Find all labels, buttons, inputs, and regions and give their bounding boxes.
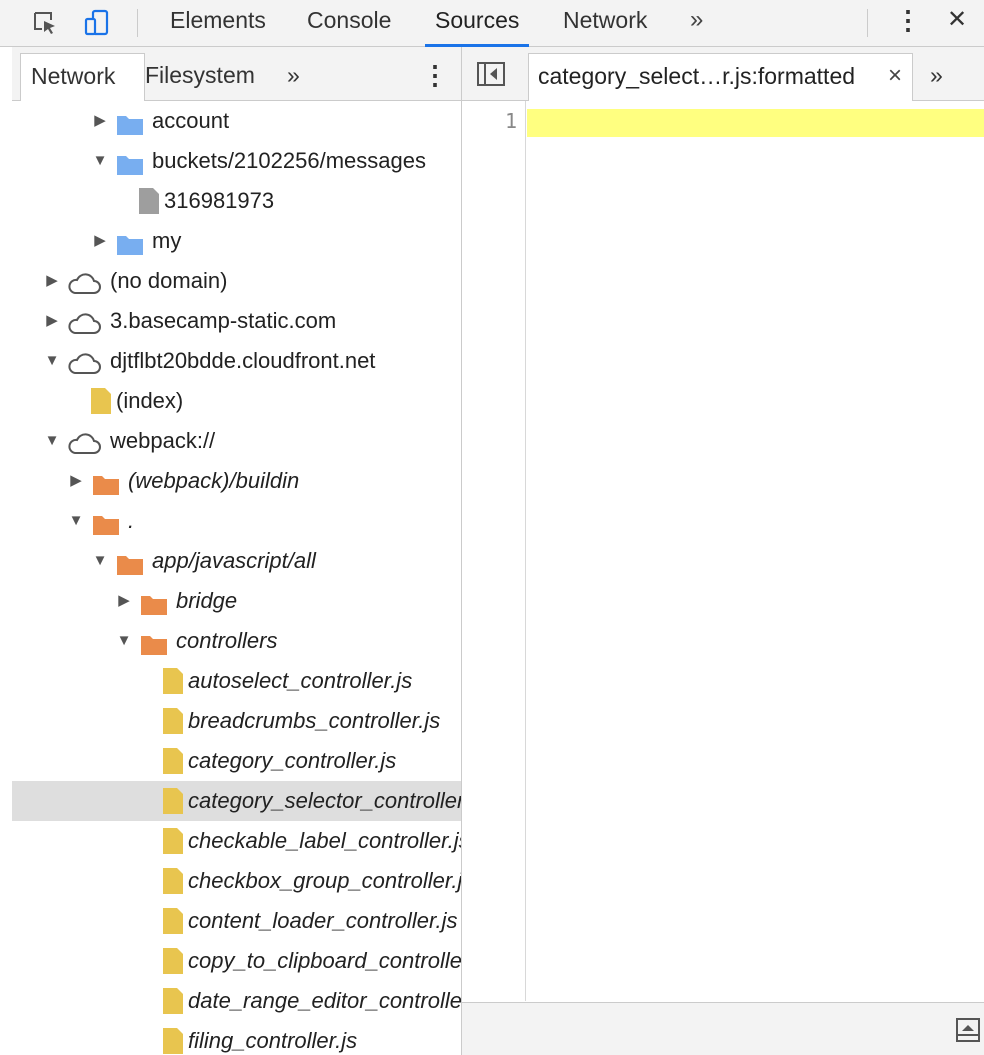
tree-label: buckets/2102256/messages <box>152 148 426 173</box>
editor-header: category_select…r.js:formatted × » <box>462 47 984 101</box>
tree-label: copy_to_clipboard_controller.js <box>188 948 462 973</box>
tree-label: category_selector_controller.js <box>188 788 462 813</box>
tree-label: (index) <box>116 388 184 413</box>
file-tree: ▶ account ▼ buckets/2102256/messages 3169819… <box>12 101 462 1055</box>
tree-label: controllers <box>176 628 278 653</box>
tree-row[interactable]: filing_controller.js <box>12 1021 461 1055</box>
tree-label: content_loader_controller.js <box>188 908 458 933</box>
editor-footer <box>462 1002 984 1055</box>
tree-row[interactable]: ▼ djtflbt20bdde.cloudfront.net <box>12 341 461 381</box>
expanded-arrow-icon[interactable]: ▼ <box>114 621 134 661</box>
tree-label: my <box>152 228 182 253</box>
toggle-debugger-icon[interactable] <box>951 1013 984 1047</box>
device-toolbar-icon[interactable] <box>80 6 114 40</box>
tree-row[interactable]: (index) <box>12 381 461 421</box>
tab-elements[interactable]: Elements <box>170 0 266 47</box>
tree-row[interactable]: category_controller.js <box>12 741 461 781</box>
expanded-arrow-icon[interactable]: ▼ <box>42 341 62 381</box>
toggle-navigator-icon[interactable] <box>474 57 508 91</box>
collapsed-arrow-icon[interactable]: ▶ <box>42 301 62 341</box>
tab-console[interactable]: Console <box>307 0 391 47</box>
navigator-menu-icon[interactable]: ⋮ <box>422 53 448 101</box>
tree-label: . <box>128 508 135 533</box>
tree-label: 3.basecamp-static.com <box>110 308 337 333</box>
tree-label: date_range_editor_controller.js <box>188 988 462 1013</box>
tree-label: account <box>152 108 230 133</box>
editor-more-icon[interactable]: » <box>930 53 943 101</box>
tree-label: checkable_label_controller.js <box>188 828 462 853</box>
tree-label: autoselect_controller.js <box>188 668 413 693</box>
tree-row[interactable]: ▶ my <box>12 221 461 261</box>
line-number: 1 <box>504 109 517 133</box>
inspect-element-icon[interactable] <box>28 6 62 40</box>
navigator-more-icon[interactable]: » <box>287 53 300 101</box>
tree-label: webpack:// <box>110 428 216 453</box>
file-icon <box>162 1027 184 1055</box>
tree-label: (no domain) <box>110 268 228 293</box>
tree-label: category_controller.js <box>188 748 397 773</box>
collapsed-arrow-icon[interactable]: ▶ <box>114 581 134 621</box>
tree-row[interactable]: copy_to_clipboard_controller.js <box>12 941 462 981</box>
tree-label: checkbox_group_controller.js <box>188 868 462 893</box>
tab-network[interactable]: Network <box>563 0 647 47</box>
tree-label: filing_controller.js <box>188 1028 358 1053</box>
tree-row[interactable]: ▼. <box>12 501 461 541</box>
collapsed-arrow-icon[interactable]: ▶ <box>90 221 110 261</box>
editor-pane: category_select…r.js:formatted × » 1 <box>462 47 984 1055</box>
tree-row[interactable]: breadcrumbs_controller.js <box>12 701 461 741</box>
sources-navigator: Network Filesystem » ⋮ ▶ account ▼ buckets/… <box>12 47 462 1055</box>
tree-row[interactable]: checkable_label_controller.js <box>12 821 462 861</box>
tree-label: 316981973 <box>164 188 275 213</box>
tree-label: app/javascript/all <box>152 548 316 573</box>
file-tab-label: category_select…r.js:formatted <box>538 63 856 89</box>
tree-row[interactable]: ▶ 3.basecamp-static.com <box>12 301 461 341</box>
navigator-tab-filesystem[interactable]: Filesystem <box>145 53 255 101</box>
more-tabs-icon[interactable]: » <box>690 0 703 47</box>
tree-row[interactable]: category_selector_controller.js <box>12 781 462 821</box>
toolbar-divider <box>137 9 138 37</box>
tree-row[interactable]: 316981973 <box>12 181 461 221</box>
tree-row[interactable]: ▼ webpack:// <box>12 421 461 461</box>
expanded-arrow-icon[interactable]: ▼ <box>90 141 110 181</box>
expanded-arrow-icon[interactable]: ▼ <box>90 541 110 581</box>
tree-label: djtflbt20bdde.cloudfront.net <box>110 348 376 373</box>
tree-label: (webpack)/buildin <box>128 468 300 493</box>
tree-label: bridge <box>176 588 238 613</box>
settings-menu-icon[interactable]: ⋮ <box>895 0 921 47</box>
line-gutter: 1 <box>462 101 526 1001</box>
expanded-arrow-icon[interactable]: ▼ <box>42 421 62 461</box>
collapsed-arrow-icon[interactable]: ▶ <box>90 101 110 141</box>
navigator-header: Network Filesystem » ⋮ <box>12 47 461 101</box>
close-devtools-icon[interactable]: ✕ <box>947 0 967 47</box>
tree-row[interactable]: ▶ (webpack)/buildin <box>12 461 461 501</box>
tree-row[interactable]: ▶ account <box>12 101 461 141</box>
tree-row[interactable]: ▶ bridge <box>12 581 461 621</box>
toolbar-divider <box>867 9 868 37</box>
tree-row[interactable]: ▼ controllers <box>12 621 461 661</box>
tree-row[interactable]: date_range_editor_controller.js <box>12 981 462 1021</box>
tree-row[interactable]: ▶ (no domain) <box>12 261 461 301</box>
editor-file-tab[interactable]: category_select…r.js:formatted × <box>528 53 913 101</box>
tree-row[interactable]: ▼ buckets/2102256/messages <box>12 141 461 181</box>
devtools-toolbar: Elements Console Sources Network » ⋮ ✕ <box>0 0 984 47</box>
tree-row[interactable]: checkbox_group_controller.js <box>12 861 462 901</box>
collapsed-arrow-icon[interactable]: ▶ <box>42 261 62 301</box>
tree-row[interactable]: content_loader_controller.js <box>12 901 461 941</box>
close-tab-icon[interactable]: × <box>888 54 902 98</box>
highlighted-line[interactable] <box>527 109 984 137</box>
tree-label: breadcrumbs_controller.js <box>188 708 441 733</box>
tab-sources[interactable]: Sources <box>424 0 530 47</box>
expanded-arrow-icon[interactable]: ▼ <box>66 501 86 541</box>
collapsed-arrow-icon[interactable]: ▶ <box>66 461 86 501</box>
navigator-tab-network[interactable]: Network <box>20 53 145 101</box>
tree-row[interactable]: autoselect_controller.js <box>12 661 461 701</box>
tree-row[interactable]: ▼ app/javascript/all <box>12 541 461 581</box>
